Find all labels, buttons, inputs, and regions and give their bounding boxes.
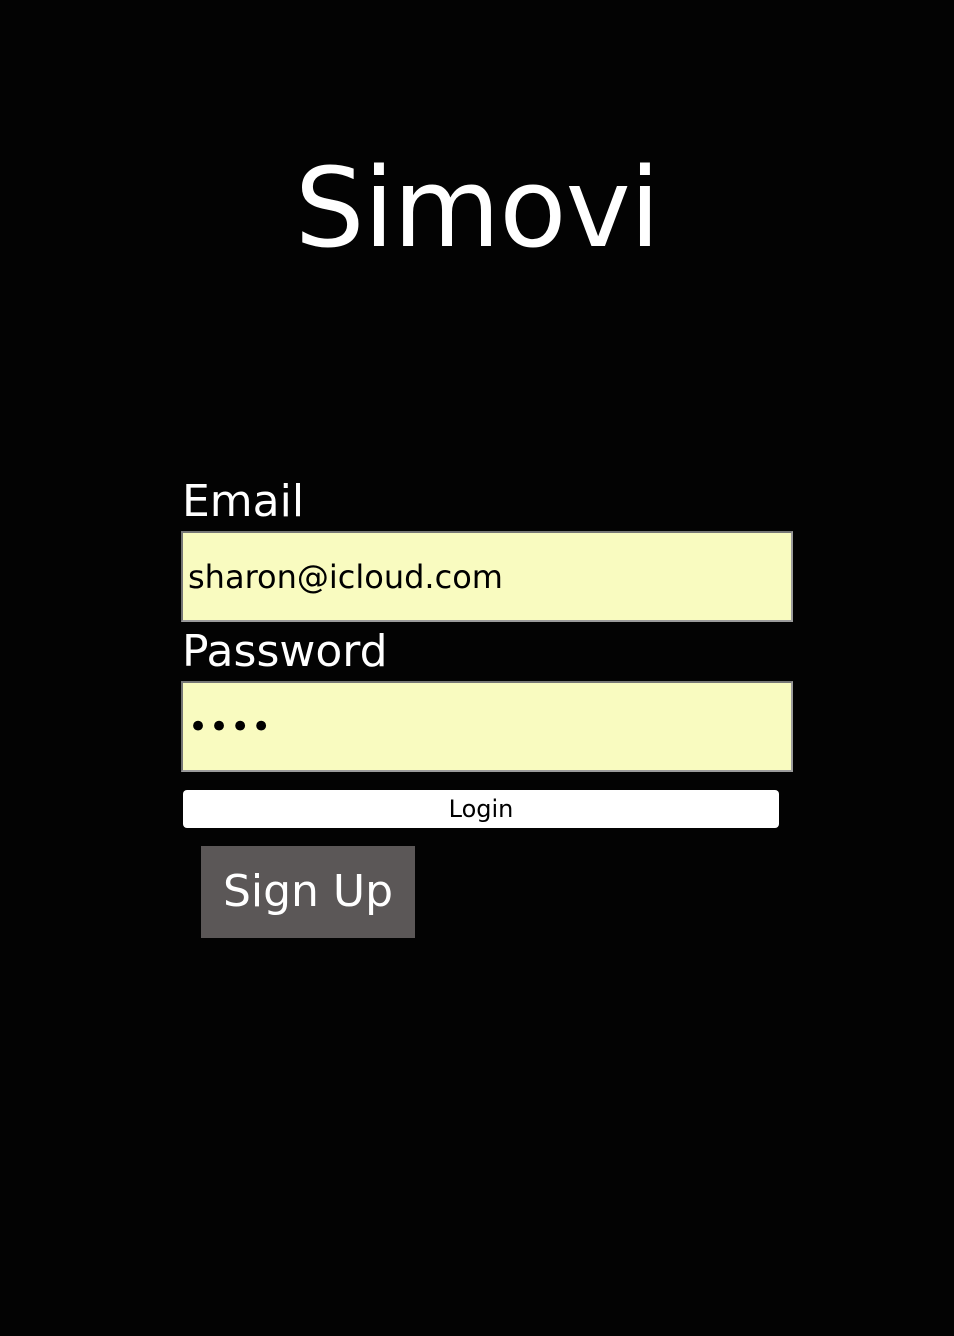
login-button[interactable]: Login: [183, 790, 779, 828]
app-title: Simovi: [294, 144, 661, 272]
signup-button[interactable]: Sign Up: [201, 846, 415, 938]
login-page: Simovi Email Password Login Sign Up: [0, 0, 954, 1336]
password-field[interactable]: [181, 681, 793, 772]
email-label: Email: [182, 476, 305, 527]
password-label: Password: [182, 626, 388, 677]
email-field[interactable]: [181, 531, 793, 622]
